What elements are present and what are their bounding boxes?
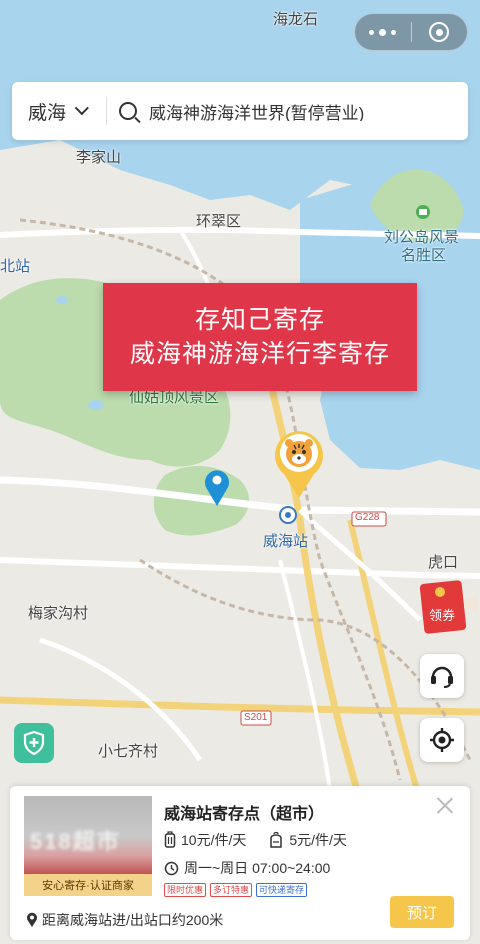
promo-banner: 存知己寄存 威海神游海洋行李寄存 [103, 283, 417, 391]
storage-point-card[interactable]: 518超市 安心寄存·认证商家 威海站寄存点（超市） 10元/件/天 5元/件/… [10, 786, 470, 940]
map-label-meijiagou: 梅家沟村 [28, 605, 89, 622]
search-input[interactable] [149, 101, 468, 121]
search-icon [119, 102, 137, 120]
dot-icon [379, 28, 387, 36]
tag-multi-order-discount: 多订特惠 [210, 883, 253, 897]
clock-icon [164, 861, 179, 875]
close-miniprogram-button[interactable] [412, 22, 468, 42]
book-button[interactable]: 预订 [390, 896, 454, 928]
city-selector[interactable]: 威海 [12, 98, 106, 125]
map-label-hailongshi: 海龙石 [273, 11, 319, 28]
suitcase-icon [164, 831, 176, 848]
banner-line-2: 威海神游海洋行李寄存 [129, 340, 390, 368]
promo-tags: 限时优惠 多订特惠 可快递寄存 [164, 883, 308, 897]
map-label-xiaoqiqi: 小七齐村 [98, 743, 159, 760]
close-card-button[interactable] [436, 796, 454, 814]
opening-hours: 周一~周日 07:00~24:00 [164, 858, 330, 878]
crosshair-icon [430, 728, 454, 752]
map-label-huancui: 环翠区 [196, 213, 242, 230]
banner-line-1: 存知己寄存 [194, 306, 325, 334]
road-label-s201: S201 [244, 712, 268, 723]
miniprogram-capsule [354, 13, 468, 51]
target-circle-icon [429, 22, 450, 42]
safety-shield-button[interactable] [14, 723, 54, 763]
large-luggage-price: 5元/件/天 [268, 830, 347, 850]
small-luggage-price-text: 10元/件/天 [181, 832, 247, 848]
storage-point-title: 威海站寄存点（超市） [164, 806, 325, 823]
dot-icon [391, 29, 397, 35]
coupon-button[interactable]: 领券 [418, 578, 480, 634]
dot-icon [369, 29, 375, 35]
distance-text: 距离威海站进/出站口约200米 [42, 912, 224, 928]
map-label-hukou: 虎口 [428, 554, 459, 571]
small-luggage-price: 10元/件/天 [164, 830, 246, 850]
city-label: 威海 [28, 102, 67, 124]
location-pin-icon [27, 912, 37, 927]
price-row: 10元/件/天 5元/件/天 [164, 830, 347, 850]
opening-hours-text: 周一~周日 07:00~24:00 [184, 860, 331, 876]
storage-point-photo: 518超市 安心寄存·认证商家 [24, 796, 152, 896]
search-divider [106, 97, 107, 125]
road-label-g228: G228 [355, 512, 380, 523]
customer-service-button[interactable] [420, 654, 464, 698]
backpack-icon [270, 831, 283, 848]
tag-express-storage: 可快递寄存 [256, 883, 308, 897]
headset-icon [431, 666, 453, 688]
storage-location-pin[interactable] [272, 428, 326, 500]
locate-me-button[interactable] [420, 718, 464, 762]
search-bar: 威海 [12, 82, 468, 140]
distance-info: 距离威海站进/出站口约200米 [26, 910, 223, 930]
tag-limited-offer: 限时优惠 [164, 883, 207, 897]
map-label-weihai-station: 威海站 [263, 533, 309, 550]
map-label-lijiashan: 李家山 [76, 149, 122, 166]
map-label-liugongdao-line2: 名胜区 [401, 247, 447, 264]
certified-merchant-badge: 安心寄存·认证商家 [24, 874, 152, 896]
map-label-bei-station: 北站 [0, 258, 31, 275]
coupon-label: 领券 [429, 608, 455, 624]
more-options-button[interactable] [355, 28, 411, 36]
photo-sign-text: 518超市 [30, 829, 121, 854]
chevron-down-icon [74, 101, 89, 116]
large-luggage-price-text: 5元/件/天 [289, 832, 347, 848]
current-location-pin[interactable] [203, 467, 231, 507]
shield-plus-icon [23, 730, 45, 756]
